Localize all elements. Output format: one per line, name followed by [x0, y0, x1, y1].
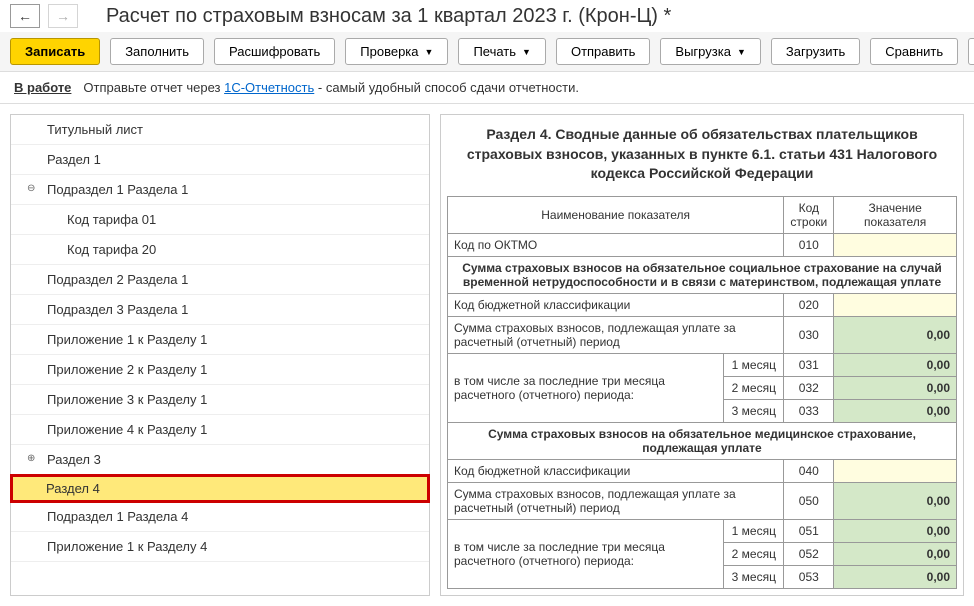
tree-item-label: Приложение 1 к Разделу 1 — [47, 332, 207, 347]
tree-item-label: Раздел 3 — [47, 452, 101, 467]
export-button[interactable]: Выгрузка▼ — [660, 38, 760, 65]
tree-item-10[interactable]: Приложение 4 к Разделу 1 — [11, 415, 429, 445]
chevron-down-icon: ▼ — [737, 47, 746, 57]
tree-item-7[interactable]: Приложение 1 к Разделу 1 — [11, 325, 429, 355]
tree-item-label: Код тарифа 20 — [67, 242, 156, 257]
report-table: Наименование показателя Код строки Значе… — [447, 196, 957, 589]
tree-item-label: Приложение 2 к Разделу 1 — [47, 362, 207, 377]
page-title: Расчет по страховым взносам за 1 квартал… — [106, 5, 671, 28]
header-value: Значение показателя — [834, 196, 957, 233]
tree-item-2[interactable]: ⊖ Подраздел 1 Раздела 1 — [11, 175, 429, 205]
sum2-value[interactable]: 0,00 — [834, 482, 957, 519]
tree-item-13[interactable]: Подраздел 1 Раздела 4 — [11, 502, 429, 532]
kbk2-value[interactable] — [834, 459, 957, 482]
expand-icon[interactable]: ⊖ — [27, 183, 35, 194]
tree-item-12[interactable]: Раздел 4 — [10, 474, 430, 503]
oktmo-code: 010 — [784, 233, 834, 256]
statusbar: В работе Отправьте отчет через 1С-Отчетн… — [0, 72, 974, 104]
tree-item-11[interactable]: ⊕ Раздел 3 — [11, 445, 429, 475]
status-hint: Отправьте отчет через 1С-Отчетность - са… — [83, 80, 579, 95]
tree-item-label: Приложение 3 к Разделу 1 — [47, 392, 207, 407]
forward-button[interactable]: → — [48, 4, 78, 28]
tree-item-14[interactable]: Приложение 1 к Разделу 4 — [11, 532, 429, 562]
sum1-label: Сумма страховых взносов, подлежащая упла… — [448, 316, 784, 353]
import-button[interactable]: Загрузить — [771, 38, 860, 65]
kbk2-label: Код бюджетной классификации — [448, 459, 784, 482]
tree-item-label: Код тарифа 01 — [67, 212, 156, 227]
tree-item-label: Раздел 4 — [46, 481, 100, 496]
subheader-1: Сумма страховых взносов на обязательное … — [448, 256, 957, 293]
subheader-2: Сумма страховых взносов на обязательное … — [448, 422, 957, 459]
section-title: Раздел 4. Сводные данные об обязательств… — [447, 121, 957, 196]
tree-item-4[interactable]: Код тарифа 20 — [11, 235, 429, 265]
kbk1-value[interactable] — [834, 293, 957, 316]
compare-button[interactable]: Сравнить — [870, 38, 958, 65]
main-panel: Раздел 4. Сводные данные об обязательств… — [440, 114, 964, 596]
tree-item-8[interactable]: Приложение 2 к Разделу 1 — [11, 355, 429, 385]
m6-value[interactable]: 0,00 — [834, 565, 957, 588]
registry-button[interactable]: Реестр — [968, 38, 974, 65]
tree-item-label: Подраздел 2 Раздела 1 — [47, 272, 188, 287]
tree-item-label: Приложение 1 к Разделу 4 — [47, 539, 207, 554]
header-name: Наименование показателя — [448, 196, 784, 233]
tree-item-label: Подраздел 1 Раздела 4 — [47, 509, 188, 524]
tree-item-1[interactable]: Раздел 1 — [11, 145, 429, 175]
toolbar: Записать Заполнить Расшифровать Проверка… — [0, 32, 974, 72]
tree-item-label: Титульный лист — [47, 122, 143, 137]
check-button[interactable]: Проверка▼ — [345, 38, 448, 65]
months2-label: в том числе за последние три месяца расч… — [448, 519, 724, 588]
tree-item-label: Подраздел 3 Раздела 1 — [47, 302, 188, 317]
m1-value[interactable]: 0,00 — [834, 353, 957, 376]
tree-item-label: Подраздел 1 Раздела 1 — [47, 182, 188, 197]
back-button[interactable]: ← — [10, 4, 40, 28]
tree-item-6[interactable]: Подраздел 3 Раздела 1 — [11, 295, 429, 325]
1c-link[interactable]: 1С-Отчетность — [224, 80, 314, 95]
tree-item-5[interactable]: Подраздел 2 Раздела 1 — [11, 265, 429, 295]
oktmo-label: Код по ОКТМО — [448, 233, 784, 256]
m2-value[interactable]: 0,00 — [834, 376, 957, 399]
months1-label: в том числе за последние три месяца расч… — [448, 353, 724, 422]
expand-icon[interactable]: ⊕ — [27, 453, 35, 464]
chevron-down-icon: ▼ — [522, 47, 531, 57]
print-button[interactable]: Печать▼ — [458, 38, 546, 65]
chevron-down-icon: ▼ — [425, 47, 434, 57]
tree-item-9[interactable]: Приложение 3 к Разделу 1 — [11, 385, 429, 415]
sum2-label: Сумма страховых взносов, подлежащая упла… — [448, 482, 784, 519]
status-label[interactable]: В работе — [14, 80, 71, 95]
fill-button[interactable]: Заполнить — [110, 38, 204, 65]
send-button[interactable]: Отправить — [556, 38, 650, 65]
m5-value[interactable]: 0,00 — [834, 542, 957, 565]
kbk1-label: Код бюджетной классификации — [448, 293, 784, 316]
m3-value[interactable]: 0,00 — [834, 399, 957, 422]
tree-item-label: Раздел 1 — [47, 152, 101, 167]
header-code: Код строки — [784, 196, 834, 233]
tree-item-label: Приложение 4 к Разделу 1 — [47, 422, 207, 437]
sum1-value[interactable]: 0,00 — [834, 316, 957, 353]
section-tree: Титульный лист Раздел 1 ⊖ Подраздел 1 Разде… — [10, 114, 430, 596]
tree-item-3[interactable]: Код тарифа 01 — [11, 205, 429, 235]
oktmo-value[interactable] — [834, 233, 957, 256]
m4-value[interactable]: 0,00 — [834, 519, 957, 542]
decode-button[interactable]: Расшифровать — [214, 38, 335, 65]
save-button[interactable]: Записать — [10, 38, 100, 65]
tree-item-0[interactable]: Титульный лист — [11, 115, 429, 145]
